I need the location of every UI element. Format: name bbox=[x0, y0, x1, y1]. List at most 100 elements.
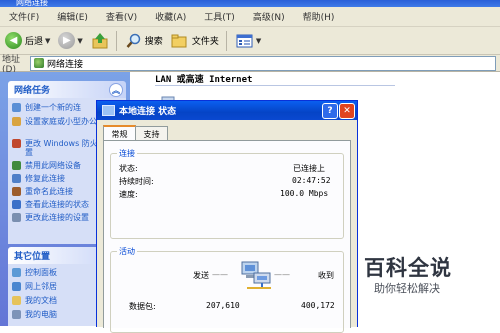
tab-support[interactable]: 支持 bbox=[135, 126, 168, 141]
watermark: 百科全说 助你轻松解决 bbox=[364, 252, 500, 302]
menu-file[interactable]: 文件(F) bbox=[0, 10, 48, 23]
network-places-icon bbox=[12, 282, 21, 291]
task-view-status[interactable]: 查看此连接的状态 bbox=[12, 200, 89, 209]
help-button[interactable]: ? bbox=[322, 103, 338, 119]
place-network-neighborhood[interactable]: 网上邻居 bbox=[12, 282, 57, 291]
address-field[interactable]: 网络连接 bbox=[30, 55, 496, 71]
place-label: 我的电脑 bbox=[25, 310, 57, 319]
dialog-title: 本地连接 状态 bbox=[119, 107, 177, 117]
rename-icon bbox=[12, 187, 21, 196]
packets-sent-value: 207,610 bbox=[206, 301, 240, 310]
task-change-settings[interactable]: 更改此连接的设置 bbox=[12, 213, 89, 222]
search-button[interactable]: 搜索 bbox=[123, 30, 166, 52]
repair-icon bbox=[12, 174, 21, 183]
back-button[interactable]: ◀ 后退 ▼ bbox=[2, 30, 53, 52]
disable-device-icon bbox=[12, 161, 21, 170]
received-label: 收到 bbox=[318, 271, 334, 280]
status-dialog: 本地连接 状态 ? ✕ 常规 支持 连接 状态: 已连接上 持续时间: 02:4… bbox=[96, 100, 358, 333]
network-activity-icon bbox=[241, 261, 271, 289]
menu-view[interactable]: 查看(V) bbox=[97, 10, 146, 23]
group-divider bbox=[155, 85, 395, 86]
tab-label: 支持 bbox=[143, 129, 160, 139]
home-network-icon bbox=[12, 117, 21, 126]
window-title-bar: 网络连接 bbox=[0, 0, 500, 7]
folders-label: 文件夹 bbox=[191, 37, 219, 47]
firewall-icon bbox=[12, 139, 21, 148]
menu-advanced[interactable]: 高级(N) bbox=[244, 10, 294, 23]
task-label: 禁用此网络设备 bbox=[25, 161, 81, 170]
activity-legend: 活动 bbox=[117, 246, 137, 257]
up-folder-button[interactable] bbox=[88, 30, 112, 52]
my-computer-icon bbox=[12, 310, 21, 319]
my-documents-icon bbox=[12, 296, 21, 305]
status-value: 已连接上 bbox=[293, 164, 325, 173]
duration-label: 持续时间: bbox=[119, 177, 154, 186]
duration-value: 02:47:52 bbox=[292, 176, 331, 185]
other-places-title: 其它位置 bbox=[14, 252, 51, 262]
connection-icon bbox=[102, 105, 115, 116]
place-label: 网上邻居 bbox=[25, 282, 57, 291]
watermark-tagline: 助你轻松解决 bbox=[374, 282, 440, 295]
chevron-down-icon: ▼ bbox=[255, 36, 262, 45]
toolbar-separator bbox=[225, 30, 227, 51]
sent-line-icon: —— bbox=[212, 270, 228, 279]
packets-label: 数据包: bbox=[129, 302, 156, 311]
sent-label: 发送 bbox=[193, 271, 209, 280]
task-label: 修复此连接 bbox=[25, 174, 65, 183]
task-disable-device[interactable]: 禁用此网络设备 bbox=[12, 161, 81, 170]
task-label: 查看此连接的状态 bbox=[25, 200, 89, 209]
address-value: 网络连接 bbox=[47, 59, 84, 70]
activity-group: 活动 发送 —— —— 收到 数据包: 207,610 400,172 bbox=[110, 246, 344, 333]
views-icon bbox=[236, 34, 253, 47]
task-label: 更改此连接的设置 bbox=[25, 213, 89, 222]
group-title: LAN 或高速 Internet bbox=[155, 75, 253, 85]
views-button[interactable]: ▼ bbox=[233, 30, 264, 52]
folders-button[interactable]: 文件夹 bbox=[168, 30, 222, 52]
received-line-icon: —— bbox=[274, 270, 290, 279]
status-label: 状态: bbox=[119, 164, 138, 173]
forward-arrow-icon: ▶ bbox=[58, 32, 76, 49]
menu-tools[interactable]: 工具(T) bbox=[195, 10, 244, 23]
forward-button[interactable]: ▶ ▼ bbox=[55, 30, 85, 52]
chevron-down-icon: ▼ bbox=[45, 36, 51, 45]
task-label: 重命名此连接 bbox=[25, 187, 73, 196]
new-connection-icon bbox=[12, 103, 21, 112]
close-button[interactable]: ✕ bbox=[339, 103, 355, 119]
back-label: 后退 bbox=[25, 37, 44, 47]
connection-group: 连接 状态: 已连接上 持续时间: 02:47:52 速度: 100.0 Mbp… bbox=[110, 148, 344, 239]
change-settings-icon bbox=[12, 213, 21, 222]
menu-favorites[interactable]: 收藏(A) bbox=[146, 10, 195, 23]
place-my-documents[interactable]: 我的文档 bbox=[12, 296, 57, 305]
menu-bar: 文件(F) 编辑(E) 查看(V) 收藏(A) 工具(T) 高级(N) 帮助(H… bbox=[0, 7, 500, 27]
speed-label: 速度: bbox=[119, 190, 138, 199]
search-label: 搜索 bbox=[144, 37, 163, 47]
task-create-connection[interactable]: 创建一个新的连 bbox=[12, 103, 81, 112]
place-control-panel[interactable]: 控制面板 bbox=[12, 268, 57, 277]
menu-edit[interactable]: 编辑(E) bbox=[48, 10, 97, 23]
general-tab-panel: 连接 状态: 已连接上 持续时间: 02:47:52 速度: 100.0 Mbp… bbox=[103, 140, 351, 333]
up-folder-icon bbox=[92, 32, 108, 48]
dialog-title-bar[interactable]: 本地连接 状态 ? ✕ bbox=[97, 101, 357, 120]
connection-legend: 连接 bbox=[117, 148, 137, 159]
place-label: 控制面板 bbox=[25, 268, 57, 277]
network-connections-icon bbox=[34, 58, 44, 68]
collapse-chevron-icon[interactable]: ︽ bbox=[109, 83, 123, 97]
chevron-down-icon: ▼ bbox=[77, 36, 83, 45]
toolbar: ◀ 后退 ▼ ▶ ▼ 搜索 文件夹 ▼ bbox=[0, 27, 500, 55]
task-repair[interactable]: 修复此连接 bbox=[12, 174, 65, 183]
place-label: 我的文档 bbox=[25, 296, 57, 305]
packets-received-value: 400,172 bbox=[301, 301, 335, 310]
speed-value: 100.0 Mbps bbox=[280, 189, 329, 198]
menu-help[interactable]: 帮助(H) bbox=[294, 10, 344, 23]
watermark-brand: 百科全说 bbox=[364, 256, 452, 280]
place-my-computer[interactable]: 我的电脑 bbox=[12, 310, 57, 319]
tab-label: 常规 bbox=[111, 130, 128, 139]
address-bar: 地址(D) 网络连接 bbox=[0, 55, 500, 75]
network-tasks-header[interactable]: 网络任务 ︽ bbox=[8, 81, 126, 98]
task-label: 创建一个新的连 bbox=[25, 103, 81, 112]
toolbar-separator bbox=[115, 30, 117, 51]
network-tasks-title: 网络任务 bbox=[14, 86, 51, 96]
folders-icon bbox=[171, 34, 187, 47]
search-icon bbox=[126, 33, 141, 48]
task-rename[interactable]: 重命名此连接 bbox=[12, 187, 73, 196]
